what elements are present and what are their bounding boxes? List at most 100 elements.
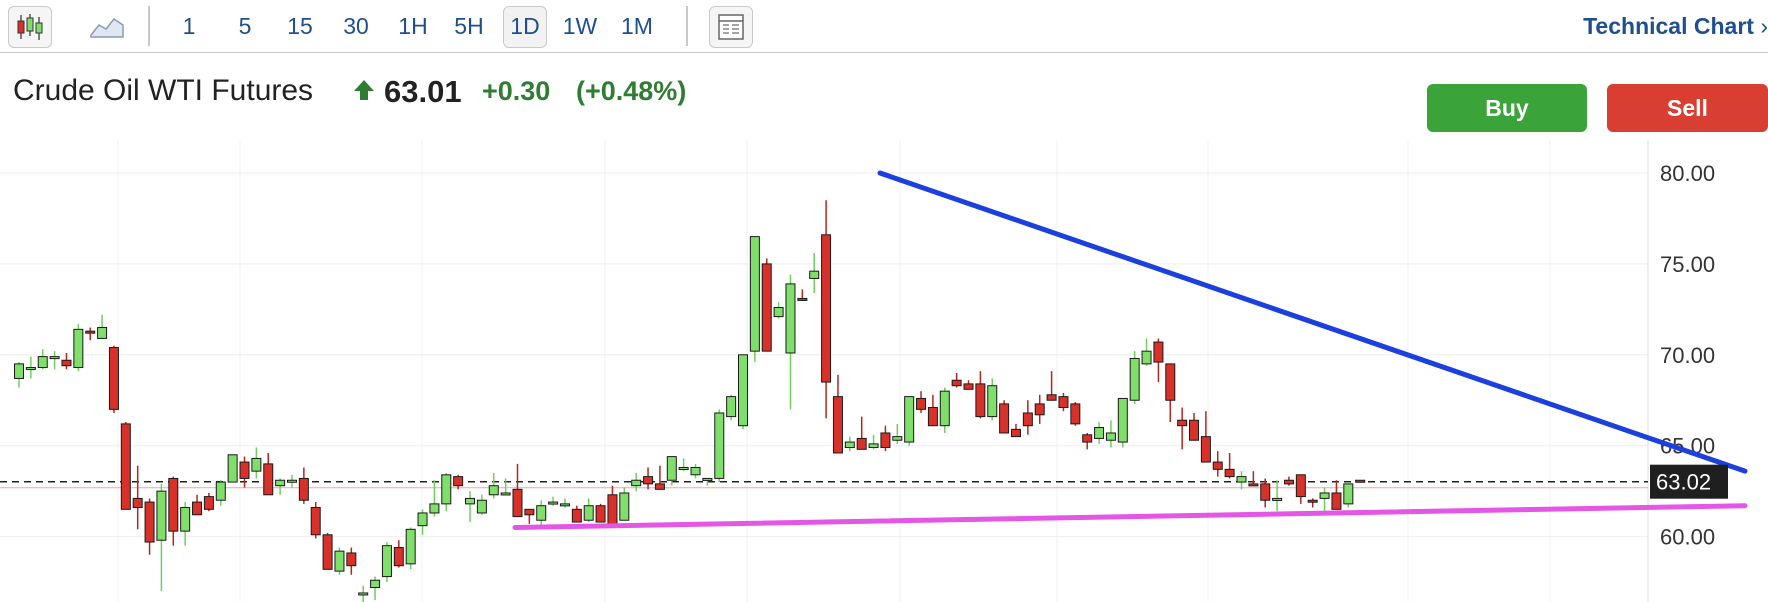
candle-body	[512, 488, 523, 518]
candle-body	[773, 307, 784, 318]
candle-body	[1117, 397, 1128, 443]
candle-body	[1236, 476, 1247, 483]
candle-body	[738, 354, 748, 427]
timeframe-1[interactable]: 1	[172, 6, 206, 46]
candle-body	[939, 390, 950, 427]
timeframe-1d[interactable]: 1D	[503, 6, 547, 48]
candle-body	[1177, 419, 1188, 427]
candle-body	[607, 494, 618, 525]
candle-body	[49, 356, 60, 360]
candle-body	[1283, 479, 1294, 485]
candle-body	[1200, 436, 1211, 463]
candle-body	[1046, 394, 1057, 401]
candle-body	[465, 497, 476, 505]
candle-body	[1319, 492, 1330, 499]
technical-chart-label: Technical Chart	[1583, 13, 1754, 39]
candle-body	[322, 534, 333, 570]
candle-body	[1331, 492, 1342, 510]
candle-body	[14, 363, 24, 379]
candle-body	[1272, 497, 1283, 501]
candle-body	[381, 545, 392, 578]
candle-body	[666, 456, 677, 481]
candle-body	[1010, 428, 1021, 438]
last-price: 63.01	[384, 74, 462, 109]
candle-body	[595, 505, 606, 523]
candle-body	[821, 234, 832, 383]
candle-body	[1058, 396, 1069, 409]
candle-body	[1307, 499, 1318, 503]
buy-button[interactable]: Buy	[1427, 84, 1587, 132]
candle-body	[168, 477, 179, 532]
toolbar-separator	[686, 6, 688, 46]
candle-body	[393, 547, 404, 567]
toolbar-separator	[148, 6, 150, 46]
candle-body	[120, 423, 131, 510]
technical-chart-link[interactable]: Technical Chart ›	[1583, 6, 1768, 46]
candle-body	[263, 463, 274, 496]
candle-body	[785, 283, 796, 354]
resistance-trendline	[877, 170, 1748, 474]
candle-body	[749, 236, 760, 352]
candle-body	[429, 503, 440, 514]
candle-body	[1094, 427, 1105, 439]
area-chart-icon-glyph	[90, 17, 124, 38]
candle-body	[1343, 483, 1354, 505]
sell-button[interactable]: Sell	[1607, 84, 1768, 132]
candle-body	[702, 477, 713, 481]
candle-body	[880, 432, 891, 449]
candle-body	[488, 485, 499, 496]
candle-body	[714, 412, 725, 479]
candle-body	[832, 396, 843, 454]
candle-body	[536, 505, 547, 521]
candle-body	[73, 328, 84, 369]
candle-body	[1034, 403, 1045, 416]
candle-body	[690, 467, 701, 476]
candle-body	[987, 385, 998, 418]
candle-body	[1165, 363, 1176, 401]
instrument-name: Crude Oil WTI Futures	[13, 74, 314, 107]
candle-body	[999, 403, 1010, 434]
candle-body	[144, 501, 155, 543]
chevron-right-icon: ›	[1760, 13, 1768, 39]
candle-body	[963, 383, 974, 390]
timeframe-1w[interactable]: 1W	[558, 6, 602, 46]
area-chart-icon[interactable]	[86, 6, 128, 46]
candle-body	[239, 461, 250, 479]
timeframe-1h[interactable]: 1H	[392, 6, 434, 46]
candle-body	[275, 479, 286, 487]
timeframe-15[interactable]: 15	[280, 6, 320, 46]
candle-body	[1105, 432, 1116, 441]
candle-body	[286, 479, 297, 483]
candle-body	[476, 499, 487, 514]
price-change: +0.30	[482, 76, 551, 106]
candle-body	[97, 327, 108, 339]
candle-body	[132, 497, 143, 509]
candle-body	[85, 330, 96, 334]
candle-body	[1248, 483, 1259, 487]
layout-icon[interactable]	[709, 6, 753, 48]
candle-body	[1129, 357, 1140, 401]
y-tick-label: 60.00	[1660, 525, 1715, 550]
timeframe-1m[interactable]: 1M	[614, 6, 660, 46]
candle-body	[726, 396, 737, 418]
candle-body	[927, 407, 938, 427]
layout-icon-glyph	[718, 14, 744, 40]
candle-body	[1355, 479, 1366, 483]
up-arrow-icon	[352, 78, 376, 107]
candle-body	[1082, 434, 1093, 443]
chart-toolbar: 1 5 15 30 1H 5H 1D 1W 1M Technical Chart…	[0, 0, 1768, 53]
candle-body	[1141, 350, 1152, 365]
y-tick-label: 80.00	[1660, 161, 1715, 186]
candle-body	[1189, 419, 1200, 441]
candle-body	[61, 359, 72, 367]
candle-body	[405, 528, 416, 565]
candle-body	[227, 454, 238, 483]
price-change-percent: (+0.48%)	[576, 76, 687, 106]
timeframe-5[interactable]: 5	[228, 6, 262, 46]
timeframe-5h[interactable]: 5H	[446, 6, 492, 46]
candlestick-icon[interactable]	[8, 6, 52, 48]
candle-body	[310, 507, 321, 536]
candle-body	[904, 396, 915, 443]
candle-body	[631, 479, 642, 487]
timeframe-30[interactable]: 30	[336, 6, 376, 46]
